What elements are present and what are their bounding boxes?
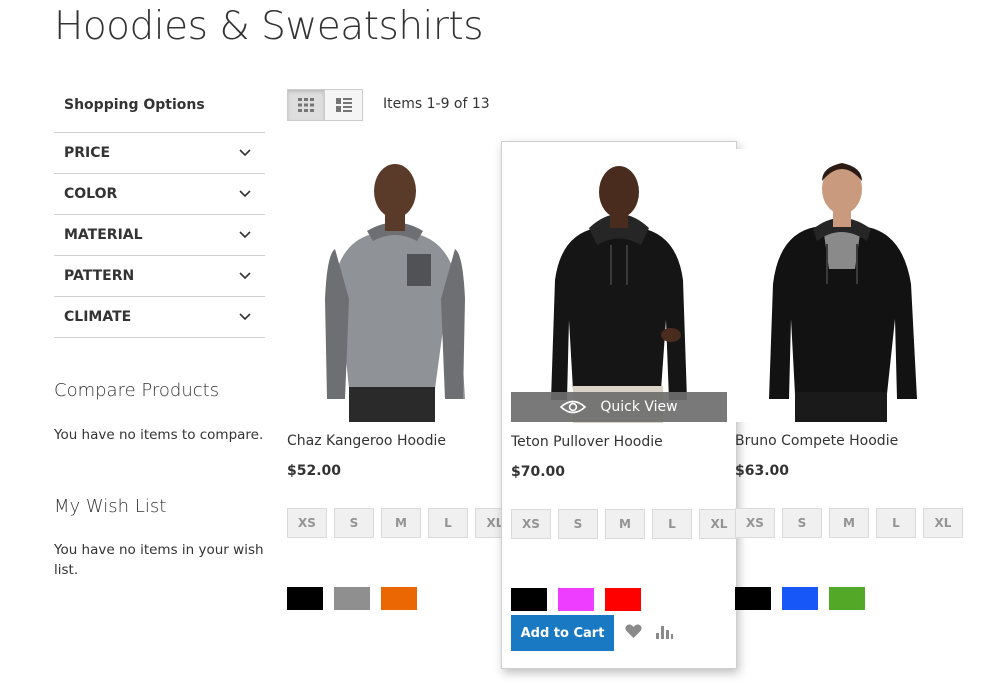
compare-products-text: You have no items to compare. xyxy=(54,427,264,443)
color-swatch[interactable] xyxy=(782,587,818,610)
size-option[interactable]: L xyxy=(428,508,468,538)
filter-pattern[interactable]: PATTERN xyxy=(54,256,265,297)
chevron-down-icon xyxy=(239,272,251,280)
filter-label: PRICE xyxy=(64,145,111,161)
color-swatches xyxy=(287,587,417,610)
color-swatch[interactable] xyxy=(605,588,641,611)
filter-price[interactable]: PRICE xyxy=(54,133,265,174)
filter-climate[interactable]: CLIMATE xyxy=(54,297,265,338)
filter-label: CLIMATE xyxy=(64,309,132,325)
product-name[interactable]: Bruno Compete Hoodie xyxy=(735,433,898,449)
color-swatch[interactable] xyxy=(287,587,323,610)
grid-icon xyxy=(298,98,314,112)
filter-color[interactable]: COLOR xyxy=(54,174,265,215)
page-title: Hoodies & Sweatshirts xyxy=(54,4,484,49)
color-swatches xyxy=(735,587,865,610)
list-view-button[interactable] xyxy=(325,89,363,121)
view-mode-switcher xyxy=(287,89,363,121)
color-swatches xyxy=(511,588,641,611)
quick-view-button[interactable]: Quick View xyxy=(511,392,727,422)
size-options: XS S M L XL xyxy=(735,508,965,538)
size-option[interactable]: M xyxy=(829,508,869,538)
product-price: $52.00 xyxy=(287,463,342,479)
chevron-down-icon xyxy=(239,149,251,157)
color-swatch[interactable] xyxy=(381,587,417,610)
size-option[interactable]: XS xyxy=(287,508,327,538)
grid-view-button[interactable] xyxy=(287,89,325,121)
size-option[interactable]: XL xyxy=(923,508,963,538)
color-swatch[interactable] xyxy=(829,587,865,610)
compare-products-title: Compare Products xyxy=(54,380,220,401)
color-swatch[interactable] xyxy=(334,587,370,610)
color-swatch[interactable] xyxy=(511,588,547,611)
size-option[interactable]: XS xyxy=(511,509,551,539)
eye-icon xyxy=(560,400,587,414)
toolbar-items-count: Items 1-9 of 13 xyxy=(383,96,490,112)
sidebar: Shopping Options PRICE COLOR MATERIAL PA… xyxy=(54,90,265,338)
shopping-options-title: Shopping Options xyxy=(54,90,265,133)
product-photo[interactable] xyxy=(735,149,950,422)
size-option[interactable]: M xyxy=(381,508,421,538)
product-photo[interactable] xyxy=(511,150,726,423)
product-price: $63.00 xyxy=(735,463,790,479)
size-option[interactable]: L xyxy=(652,509,692,539)
color-swatch[interactable] xyxy=(735,587,771,610)
size-option[interactable]: S xyxy=(558,509,598,539)
size-option[interactable]: S xyxy=(782,508,822,538)
size-option[interactable]: S xyxy=(334,508,374,538)
wishlist-title: My Wish List xyxy=(54,496,167,517)
list-icon xyxy=(335,98,352,112)
wishlist-text: You have no items in your wish list. xyxy=(54,542,264,578)
color-swatch[interactable] xyxy=(558,588,594,611)
filter-material[interactable]: MATERIAL xyxy=(54,215,265,256)
size-option[interactable]: L xyxy=(876,508,916,538)
chevron-down-icon xyxy=(239,190,251,198)
product-photo[interactable] xyxy=(287,149,502,422)
size-options: XS S M L XL xyxy=(511,509,741,539)
filter-label: PATTERN xyxy=(64,268,135,284)
filter-label: COLOR xyxy=(64,186,118,202)
filter-label: MATERIAL xyxy=(64,227,143,243)
size-option[interactable]: XL xyxy=(699,509,739,539)
quick-view-label: Quick View xyxy=(600,399,678,415)
chevron-down-icon xyxy=(239,313,251,321)
heart-icon[interactable] xyxy=(625,624,642,639)
product-price: $70.00 xyxy=(511,464,566,480)
product-name[interactable]: Teton Pullover Hoodie xyxy=(511,434,663,450)
product-name[interactable]: Chaz Kangeroo Hoodie xyxy=(287,433,446,449)
compare-icon[interactable] xyxy=(656,624,673,639)
product-card: Quick View Teton Pullover Hoodie $70.00 … xyxy=(501,141,739,669)
size-option[interactable]: M xyxy=(605,509,645,539)
size-option[interactable]: XS xyxy=(735,508,775,538)
add-to-cart-button[interactable]: Add to Cart xyxy=(511,615,614,651)
chevron-down-icon xyxy=(239,231,251,239)
size-options: XS S M L XL xyxy=(287,508,517,538)
